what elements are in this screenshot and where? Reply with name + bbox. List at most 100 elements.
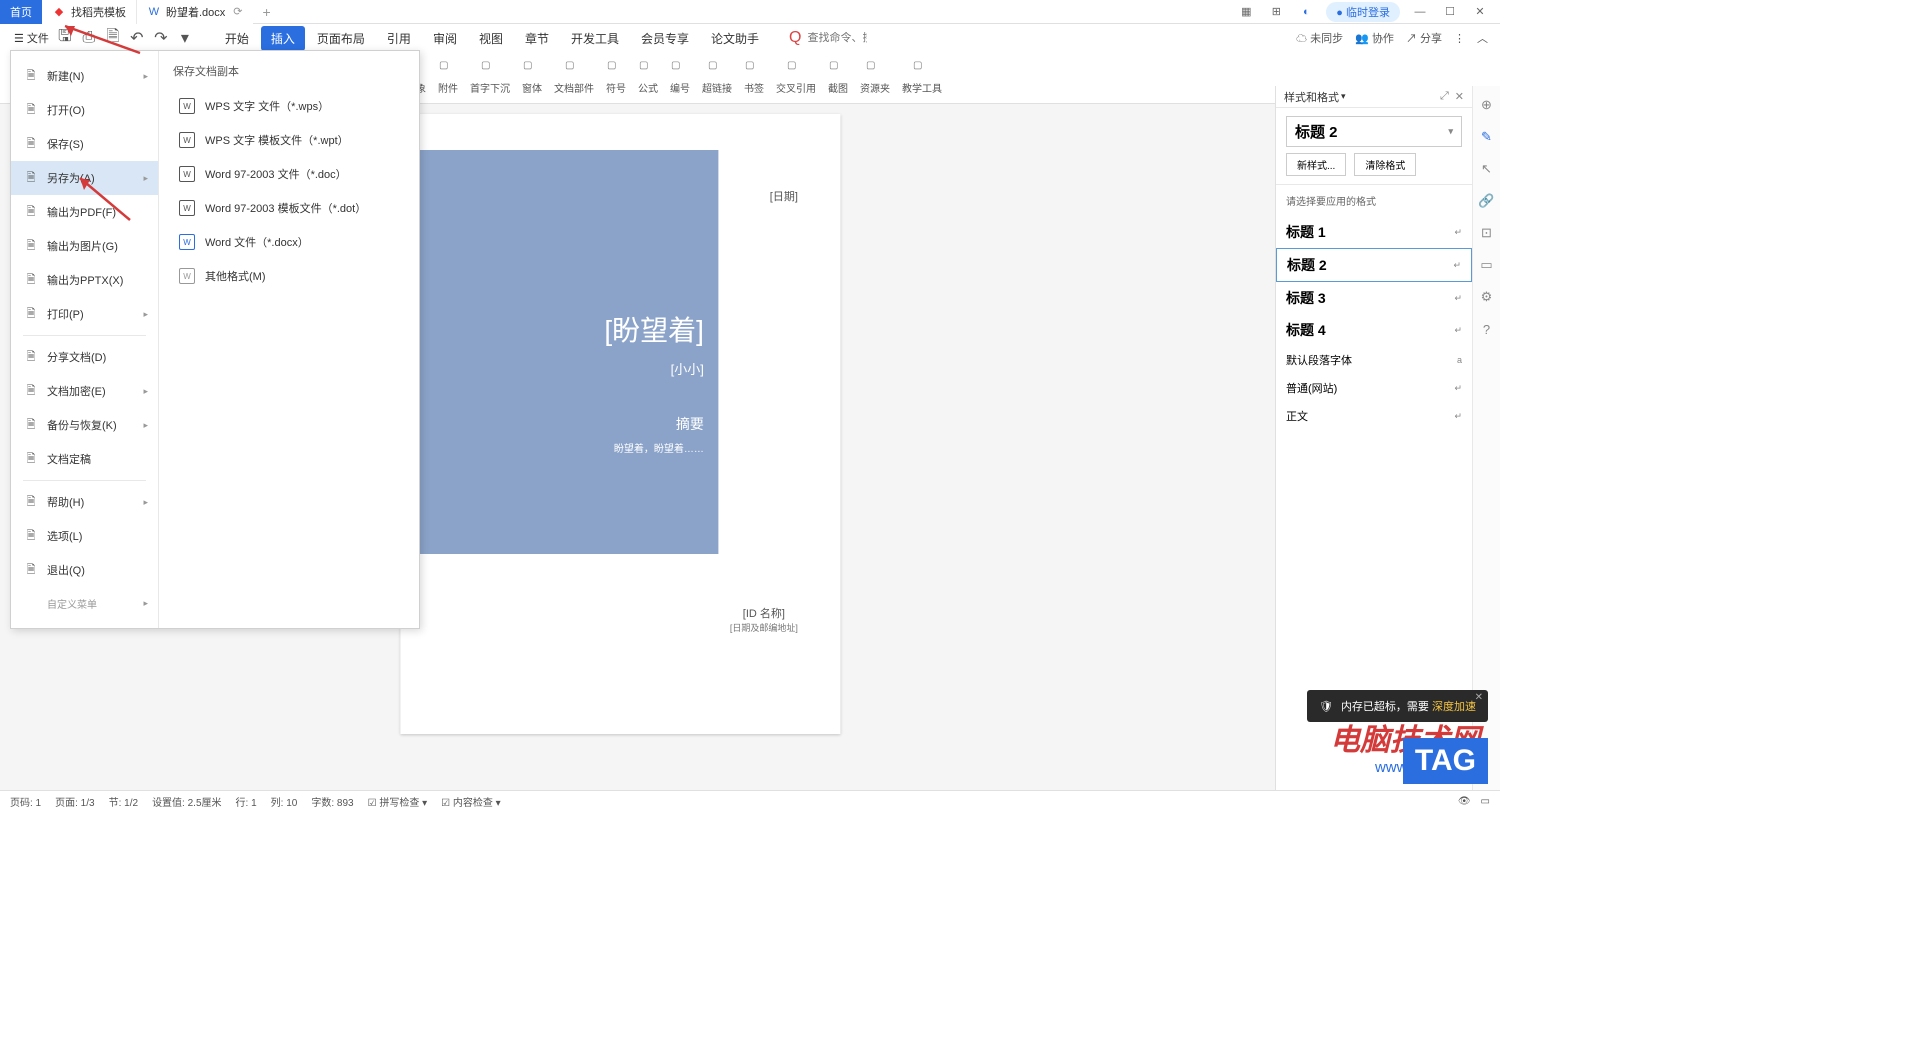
save-format-0[interactable]: WWPS 文字 文件（*.wps） — [173, 89, 405, 123]
style-item-6[interactable]: 正文↵ — [1276, 402, 1472, 430]
pin-icon[interactable]: ⤢ — [1440, 90, 1449, 103]
menu-tab-2[interactable]: 页面布局 — [307, 26, 375, 51]
memory-toast[interactable]: 🛡 内存已超标，需要 深度加速 ✕ — [1307, 690, 1488, 722]
toast-close-icon[interactable]: ✕ — [1475, 692, 1483, 703]
save-format-4[interactable]: WWord 文件（*.docx） — [173, 225, 405, 259]
tab-templates[interactable]: ◆ 找稻壳模板 — [42, 0, 137, 24]
style-item-0[interactable]: 标题 1↵ — [1276, 216, 1472, 248]
file-menu-item-0[interactable]: 🗎新建(N)▸ — [11, 59, 158, 93]
coop-button[interactable]: 👥 协作 — [1355, 30, 1394, 46]
status-spellcheck[interactable]: ☑ 拼写检查 ▾ — [368, 794, 428, 809]
ribbon-item-19[interactable]: ▢书签 — [738, 60, 770, 95]
doc-date-field[interactable]: [日期] — [770, 188, 798, 204]
menu-tab-3[interactable]: 引用 — [377, 26, 421, 51]
save-format-5[interactable]: W其他格式(M) — [173, 259, 405, 293]
ribbon-item-16[interactable]: ▢公式 — [632, 60, 664, 95]
file-menu-customize[interactable]: 自定义菜单▸ — [11, 587, 158, 620]
clear-format-button[interactable]: 清除格式 — [1354, 153, 1416, 176]
menu-tab-7[interactable]: 开发工具 — [561, 26, 629, 51]
tab-document[interactable]: W 盼望着.docx ⟳ — [137, 0, 253, 24]
file-menu-item-16[interactable]: 🗎退出(Q) — [11, 553, 158, 587]
sync-button[interactable]: ☁ 未同步 — [1296, 30, 1343, 46]
status-col[interactable]: 列: 10 — [271, 794, 298, 809]
status-line[interactable]: 行: 1 — [236, 794, 257, 809]
current-style-select[interactable]: 标题 2▾ — [1286, 116, 1462, 147]
file-menu-item-5[interactable]: 🗎输出为图片(G) — [11, 229, 158, 263]
document-page[interactable]: [日期] [盼望着] [小小] 摘要 盼望着，盼望着…… [ID 名称] [日期… — [400, 114, 840, 734]
zoom-icon[interactable]: ⊕ — [1478, 96, 1496, 114]
doc-title[interactable]: [盼望着] — [604, 309, 704, 349]
grid-icon[interactable]: ▦ — [1236, 2, 1256, 22]
close-button[interactable]: ✕ — [1470, 2, 1490, 22]
add-tab-button[interactable]: + — [253, 4, 281, 20]
file-menu-item-6[interactable]: 🗎输出为PPTX(X) — [11, 263, 158, 297]
file-menu-item-11[interactable]: 🗎备份与恢复(K)▸ — [11, 408, 158, 442]
style-item-3[interactable]: 标题 4↵ — [1276, 314, 1472, 346]
ribbon-item-23[interactable]: ▢教学工具 — [896, 60, 948, 95]
file-menu-item-4[interactable]: 🗎输出为PDF(F) — [11, 195, 158, 229]
status-contentcheck[interactable]: ☑ 内容检查 ▾ — [441, 794, 501, 809]
select-icon[interactable]: ↖ — [1478, 160, 1496, 178]
save-format-2[interactable]: WWord 97-2003 文件（*.doc） — [173, 157, 405, 191]
status-words[interactable]: 字数: 893 — [311, 794, 353, 809]
file-menu-item-15[interactable]: 🗎选项(L) — [11, 519, 158, 553]
maximize-button[interactable]: ☐ — [1440, 2, 1460, 22]
more-icon[interactable]: ⋮ — [1454, 32, 1465, 45]
redo-icon[interactable]: ↷ — [151, 28, 171, 48]
menu-tab-0[interactable]: 开始 — [215, 26, 259, 51]
style-item-2[interactable]: 标题 3↵ — [1276, 282, 1472, 314]
file-menu-item-14[interactable]: 🗎帮助(H)▸ — [11, 485, 158, 519]
ribbon-item-13[interactable]: ▢窗体 — [516, 60, 548, 95]
style-item-1[interactable]: 标题 2↵ — [1276, 248, 1472, 282]
note-icon[interactable]: ▭ — [1478, 256, 1496, 274]
share-button[interactable]: ↗ 分享 — [1406, 30, 1442, 46]
menu-tab-9[interactable]: 论文助手 — [701, 26, 769, 51]
file-menu-item-7[interactable]: 🗎打印(P)▸ — [11, 297, 158, 331]
ribbon-item-15[interactable]: ▢符号 — [600, 60, 632, 95]
menu-tab-1[interactable]: 插入 — [261, 26, 305, 51]
status-position[interactable]: 设置值: 2.5厘米 — [152, 794, 221, 809]
help-icon[interactable]: ? — [1478, 320, 1496, 338]
menu-tab-5[interactable]: 视图 — [469, 26, 513, 51]
ribbon-item-20[interactable]: ▢交叉引用 — [770, 60, 822, 95]
menu-tab-4[interactable]: 审阅 — [423, 26, 467, 51]
file-menu-item-1[interactable]: 🗎打开(O) — [11, 93, 158, 127]
ribbon-item-18[interactable]: ▢超链接 — [696, 60, 738, 95]
ribbon-item-11[interactable]: ▢附件 — [432, 60, 464, 95]
apps-icon[interactable]: ⊞ — [1266, 2, 1286, 22]
file-menu-item-2[interactable]: 🗎保存(S) — [11, 127, 158, 161]
view-mode-icon[interactable]: ▭ — [1481, 796, 1490, 807]
status-section[interactable]: 节: 1/2 — [109, 794, 138, 809]
status-pageno[interactable]: 页码: 1 — [10, 794, 41, 809]
menu-tab-6[interactable]: 章节 — [515, 26, 559, 51]
command-search[interactable]: Q — [789, 29, 867, 47]
status-pages[interactable]: 页面: 1/3 — [55, 794, 94, 809]
style-item-4[interactable]: 默认段落字体a — [1276, 346, 1472, 374]
link-icon[interactable]: 🔗 — [1478, 192, 1496, 210]
ribbon-item-22[interactable]: ▢资源夹 — [854, 60, 896, 95]
style-item-5[interactable]: 普通(网站)↵ — [1276, 374, 1472, 402]
close-panel-icon[interactable]: ✕ — [1455, 90, 1464, 103]
settings-icon[interactable]: ⚙ — [1478, 288, 1496, 306]
doc-id-block[interactable]: [ID 名称] [日期及邮编地址] — [730, 605, 798, 634]
minimize-button[interactable]: — — [1410, 2, 1430, 22]
abstract-text[interactable]: 盼望着，盼望着…… — [614, 440, 704, 455]
file-menu-item-9[interactable]: 🗎分享文档(D) — [11, 340, 158, 374]
file-menu-item-3[interactable]: 🗎另存为(A)▸ — [11, 161, 158, 195]
tab-home[interactable]: 首页 — [0, 0, 42, 24]
brush-icon[interactable]: ✎ — [1478, 128, 1496, 146]
file-menu-trigger[interactable]: ☰ 文件 — [8, 27, 55, 49]
menu-tab-8[interactable]: 会员专享 — [631, 26, 699, 51]
undo-icon[interactable]: ↶ — [127, 28, 147, 48]
ribbon-item-14[interactable]: ▢文档部件 — [548, 60, 600, 95]
dropdown-icon[interactable]: ▾ — [175, 28, 195, 48]
ribbon-item-21[interactable]: ▢截图 — [822, 60, 854, 95]
search-input[interactable] — [807, 32, 867, 44]
clip-icon[interactable]: ⊡ — [1478, 224, 1496, 242]
ribbon-item-17[interactable]: ▢编号 — [664, 60, 696, 95]
skin-icon[interactable]: ◐ — [1296, 2, 1316, 22]
save-format-3[interactable]: WWord 97-2003 模板文件（*.dot） — [173, 191, 405, 225]
file-menu-item-10[interactable]: 🗎文档加密(E)▸ — [11, 374, 158, 408]
preview-icon[interactable]: 🗎 — [103, 28, 123, 48]
doc-subtitle[interactable]: [小小] — [671, 359, 704, 378]
